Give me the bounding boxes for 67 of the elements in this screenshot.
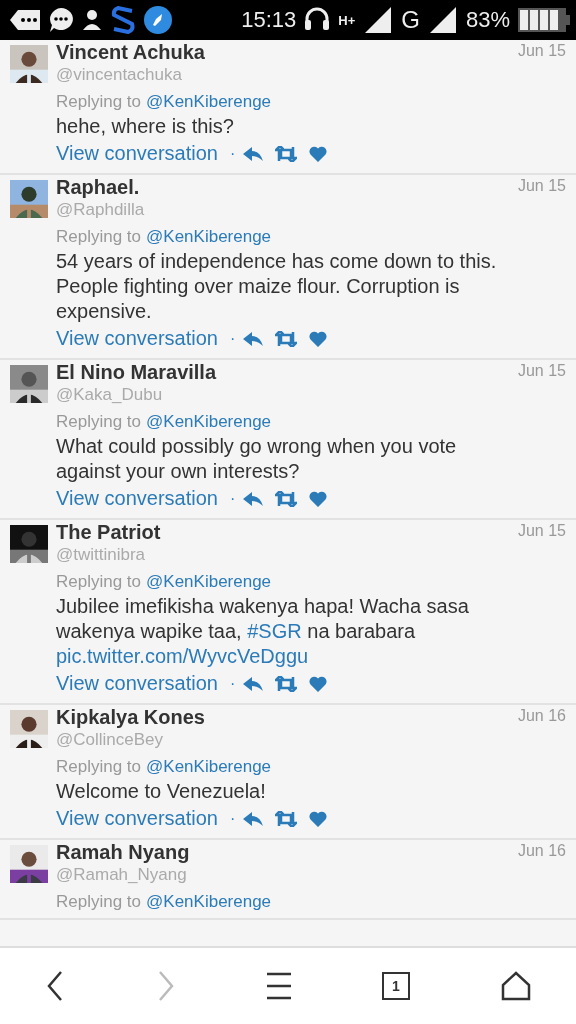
author-handle: @Raphdilla	[56, 199, 145, 221]
tweet-date: Jun 15	[517, 522, 566, 540]
view-conversation-link[interactable]: View conversation	[56, 807, 218, 830]
tweet-date: Jun 16	[517, 842, 566, 860]
reply-icon[interactable]	[243, 810, 264, 827]
view-conversation-link[interactable]: View conversation	[56, 327, 218, 350]
author-name: El Nino Maravilla	[56, 360, 217, 384]
author-handle: @CollinceBey	[56, 729, 164, 751]
author-handle: @vincentachuka	[56, 64, 182, 86]
separator-dot: ·	[229, 144, 236, 163]
author-handle: @Ramah_Nyang	[56, 864, 187, 886]
heart-icon[interactable]	[309, 490, 328, 507]
tweet-text: Welcome to Venezuela!	[56, 779, 267, 804]
view-conversation-link[interactable]: View conversation	[56, 487, 218, 510]
separator-dot: ·	[229, 329, 236, 348]
mention-link[interactable]: @KenKiberenge	[146, 757, 272, 777]
mention-link[interactable]: @KenKiberenge	[146, 92, 272, 112]
tweet-date: Jun 16	[517, 707, 566, 725]
tweet-text: What could possibly go wrong when you vote against your own interests?	[56, 434, 458, 484]
hashtag-link[interactable]: #SGR	[247, 620, 302, 642]
mention-link[interactable]: @KenKiberenge	[146, 227, 272, 247]
tweet-text: hehe, where is this?	[56, 114, 235, 139]
network-type: G	[401, 6, 420, 34]
tweet-text: 54 years of independence has come down to this. People fighting over maize flour. Corruption is expensive.	[56, 249, 498, 324]
mention-link[interactable]: @KenKiberenge	[146, 892, 272, 912]
author-handle: @twittinibra	[56, 544, 146, 566]
clock-time: 15:13	[241, 7, 297, 33]
replying-label: Replying to	[56, 92, 142, 112]
replying-label: Replying to	[56, 412, 142, 432]
author-name: Raphael.	[56, 175, 140, 199]
signal-icon	[363, 7, 394, 33]
tweet-date: Jun 15	[517, 177, 566, 195]
chat-icon	[48, 7, 74, 33]
separator-dot: ·	[229, 489, 236, 508]
replying-label: Replying to	[56, 572, 142, 592]
message-icon	[10, 9, 40, 31]
view-conversation-link[interactable]: View conversation	[56, 672, 218, 695]
mention-link[interactable]: @KenKiberenge	[146, 572, 272, 592]
view-conversation-link[interactable]: View conversation	[56, 142, 218, 165]
mention-link[interactable]: @KenKiberenge	[146, 412, 272, 432]
author-handle: @Kaka_Dubu	[56, 384, 163, 406]
tweet-date: Jun 15	[517, 42, 566, 60]
heart-icon[interactable]	[309, 810, 328, 827]
battery-percent: 83%	[465, 7, 510, 33]
separator-dot: ·	[229, 674, 236, 693]
replying-label: Replying to	[56, 892, 142, 912]
heart-icon[interactable]	[309, 330, 328, 347]
battery-icon	[518, 8, 570, 32]
reply-icon[interactable]	[243, 145, 264, 162]
heart-icon[interactable]	[309, 675, 328, 692]
author-name: Ramah Nyang	[56, 840, 190, 864]
author-name: The Patriot	[56, 520, 161, 544]
tweet-text: Jubilee imefikisha wakenya hapa! Wacha sasa wakenya wapike taa, #SGR na barabara pic.twitter.com/WyvcVeDggu	[56, 594, 470, 669]
separator-dot: ·	[229, 809, 236, 828]
picture-link[interactable]: pic.twitter.com/WyvcVeDggu	[56, 645, 309, 667]
heart-icon[interactable]	[309, 145, 328, 162]
author-name: Vincent Achuka	[56, 40, 205, 64]
person-icon	[82, 9, 102, 31]
author-name: Kipkalya Kones	[56, 705, 205, 729]
network-type: H+	[338, 12, 356, 28]
reply-icon[interactable]	[243, 490, 264, 507]
replying-label: Replying to	[56, 227, 142, 247]
replying-label: Replying to	[56, 757, 142, 777]
tweet-date: Jun 15	[517, 362, 566, 380]
reply-icon[interactable]	[243, 675, 264, 692]
reply-icon[interactable]	[243, 330, 264, 347]
s-logo-icon	[110, 6, 136, 34]
